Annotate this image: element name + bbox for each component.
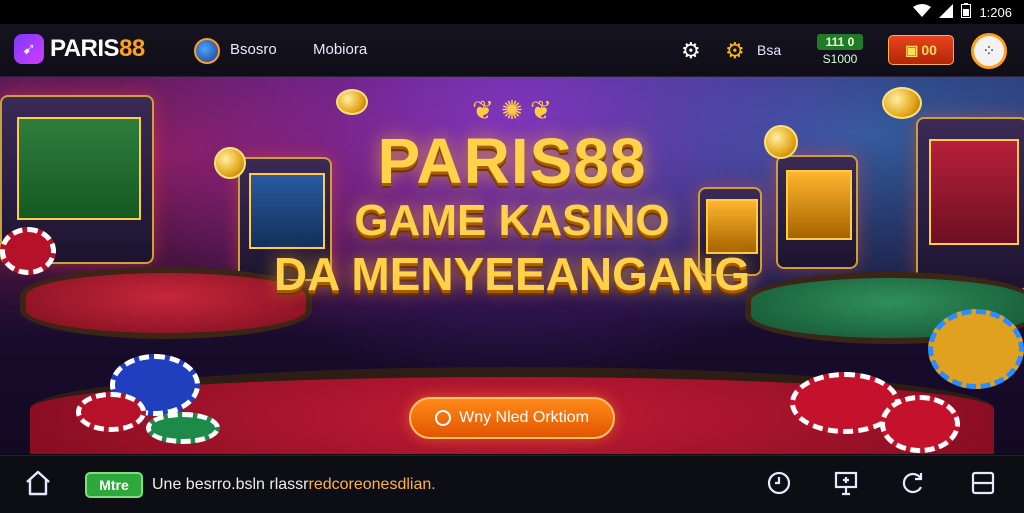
nav-item-bsosro[interactable]: Bsosro xyxy=(230,41,277,58)
play-now-label: Wny Nled Orktiom xyxy=(459,409,589,426)
dots-circle-icon: ⁘ xyxy=(982,43,996,60)
chip-decoration xyxy=(880,395,960,453)
home-icon[interactable] xyxy=(24,470,52,503)
app-header: ➹ PARIS88 Bsosro Mobiora ⚙ ⚙ Bsa 111 0 S… xyxy=(0,24,1024,77)
menu-panel-icon[interactable] xyxy=(970,470,996,503)
status-bar: 1:206 xyxy=(0,0,1024,24)
balance-amount: S1000 xyxy=(822,52,858,66)
coin-decoration xyxy=(336,89,368,115)
promo-label[interactable]: Bsa xyxy=(757,42,781,58)
logo-text: PARIS88 xyxy=(50,35,145,62)
clock-icon[interactable] xyxy=(766,470,792,503)
news-badge[interactable]: Mtre xyxy=(85,472,143,498)
balance-top: 111 0 xyxy=(817,34,863,50)
presentation-icon[interactable] xyxy=(833,470,859,503)
hero-title-line3: DA MENYEEANGANG xyxy=(273,248,751,300)
gear-icon[interactable]: ⚙ xyxy=(681,38,701,64)
hero-banner[interactable]: ❦ ✺ ❦ PARIS88 GAME KASINO DA MENYEEANGAN… xyxy=(0,77,1024,454)
sun-gear-icon[interactable]: ⚙ xyxy=(725,38,745,64)
profile-button[interactable]: ⁘ xyxy=(971,33,1007,69)
bottom-bar: Mtre Une besrro.bsln rlassrredcoreonesdl… xyxy=(0,455,1024,513)
chip-decoration xyxy=(928,309,1024,389)
chip-decoration xyxy=(0,227,56,275)
battery-icon xyxy=(961,3,972,21)
hero-title-line1: PARIS88 xyxy=(377,125,647,197)
wifi-icon xyxy=(913,3,932,21)
signal-icon xyxy=(939,3,954,21)
chest-icon: ▣ xyxy=(905,41,919,58)
search-icon xyxy=(435,410,452,426)
ticker-highlight: redcoreonesdlian. xyxy=(308,476,436,493)
ticker-text: Une besrro.bsln rlassr xyxy=(152,476,309,493)
news-ticker[interactable]: Une besrro.bsln rlassrredcoreonesdlian. xyxy=(152,476,436,494)
globe-icon[interactable] xyxy=(194,38,220,64)
coin-decoration xyxy=(882,87,922,119)
chip-decoration xyxy=(146,412,220,444)
logo-icon: ➹ xyxy=(14,34,44,64)
balance-display[interactable]: 111 0 S1000 xyxy=(817,34,863,68)
hero-title: PARIS88 GAME KASINO DA MENYEEANGANG xyxy=(0,129,1024,297)
status-time: 1:206 xyxy=(979,4,1012,20)
nav-item-mobiora[interactable]: Mobiora xyxy=(313,41,367,58)
brand-logo[interactable]: ➹ PARIS88 xyxy=(14,34,145,64)
wallet-button[interactable]: ▣ 00 xyxy=(888,35,954,65)
wallet-value: 00 xyxy=(921,42,937,58)
hero-title-line2: GAME KASINO xyxy=(354,196,670,245)
refresh-icon[interactable] xyxy=(900,470,926,503)
chip-decoration xyxy=(76,392,146,432)
play-now-button[interactable]: Wny Nled Orktiom xyxy=(409,397,615,439)
